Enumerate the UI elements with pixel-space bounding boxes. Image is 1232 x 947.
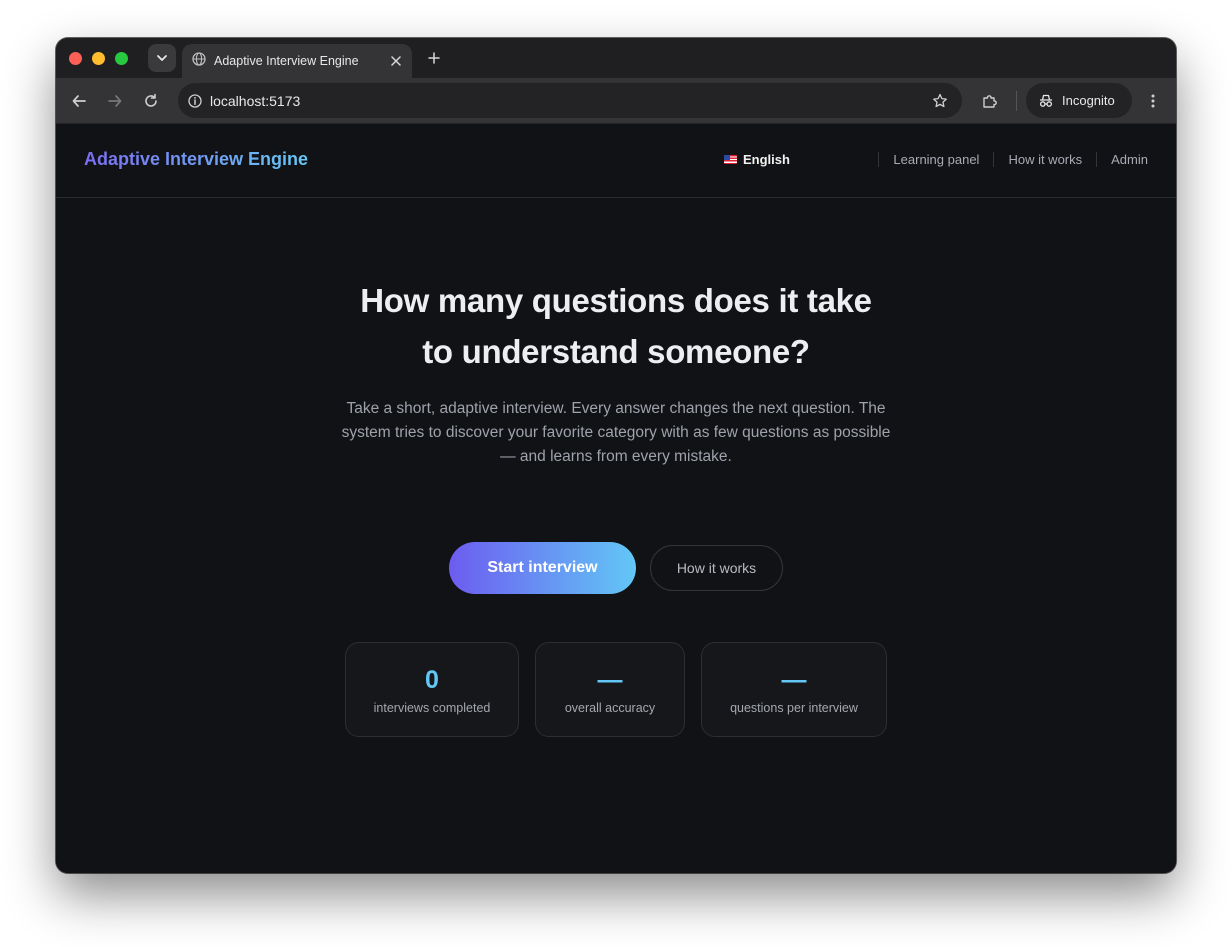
reload-icon[interactable] <box>137 87 165 115</box>
language-label: English <box>743 152 790 167</box>
brand-logo[interactable]: Adaptive Interview Engine <box>84 149 308 170</box>
browser-toolbar: localhost:5173 Incognito <box>56 78 1176 124</box>
stat-card-accuracy: — overall accuracy <box>535 642 685 737</box>
info-icon[interactable] <box>188 93 202 108</box>
more-icon[interactable] <box>1139 87 1167 115</box>
language-selector[interactable]: English <box>724 152 790 167</box>
stat-value: 0 <box>425 666 439 694</box>
toolbar-divider <box>1016 91 1017 111</box>
site-header: Adaptive Interview Engine English Learni… <box>56 125 1176 198</box>
globe-icon <box>192 51 206 71</box>
nav-admin[interactable]: Admin <box>1096 152 1148 167</box>
close-window-button[interactable] <box>69 52 82 65</box>
browser-window: Adaptive Interview Engine localhost:5173 <box>56 38 1176 873</box>
url-text: localhost:5173 <box>210 92 301 109</box>
plus-icon[interactable] <box>422 46 446 70</box>
tab-active[interactable]: Adaptive Interview Engine <box>182 44 412 78</box>
nav-learning-panel[interactable]: Learning panel <box>878 152 993 167</box>
how-it-works-button[interactable]: How it works <box>650 545 783 591</box>
incognito-icon <box>1038 94 1054 108</box>
stat-value: — <box>597 666 623 694</box>
back-icon[interactable] <box>65 87 93 115</box>
hero-subtitle: Take a short, adaptive interview. Every … <box>341 400 891 465</box>
hero-title-line-2: to understand someone? <box>422 333 810 370</box>
start-interview-button[interactable]: Start interview <box>449 542 636 594</box>
stat-value: — <box>781 666 807 694</box>
hero-title: How many questions does it take to under… <box>56 275 1176 377</box>
nav-how-it-works[interactable]: How it works <box>993 152 1096 167</box>
stat-label: questions per interview <box>730 701 858 715</box>
forward-icon[interactable] <box>101 87 129 115</box>
stat-card-interviews: 0 interviews completed <box>345 642 519 737</box>
close-icon[interactable] <box>384 49 408 73</box>
stat-label: overall accuracy <box>564 701 656 715</box>
stat-label: interviews completed <box>373 701 491 715</box>
hero-title-line-1: How many questions does it take <box>360 282 872 319</box>
maximize-window-button[interactable] <box>115 52 128 65</box>
tab-title: Adaptive Interview Engine <box>214 54 359 68</box>
tab-search-icon[interactable] <box>148 44 176 72</box>
us-flag-icon <box>724 155 737 164</box>
minimize-window-button[interactable] <box>92 52 105 65</box>
main-nav: Learning panel How it works Admin <box>878 152 1148 167</box>
address-bar[interactable]: localhost:5173 <box>178 83 962 118</box>
extensions-icon[interactable] <box>976 87 1004 115</box>
stat-card-questions: — questions per interview <box>701 642 887 737</box>
star-icon[interactable] <box>932 93 948 109</box>
page-content: Adaptive Interview Engine English Learni… <box>56 125 1176 873</box>
incognito-profile-button[interactable]: Incognito <box>1026 83 1132 118</box>
incognito-label: Incognito <box>1062 93 1115 108</box>
tab-strip: Adaptive Interview Engine <box>56 38 1176 78</box>
